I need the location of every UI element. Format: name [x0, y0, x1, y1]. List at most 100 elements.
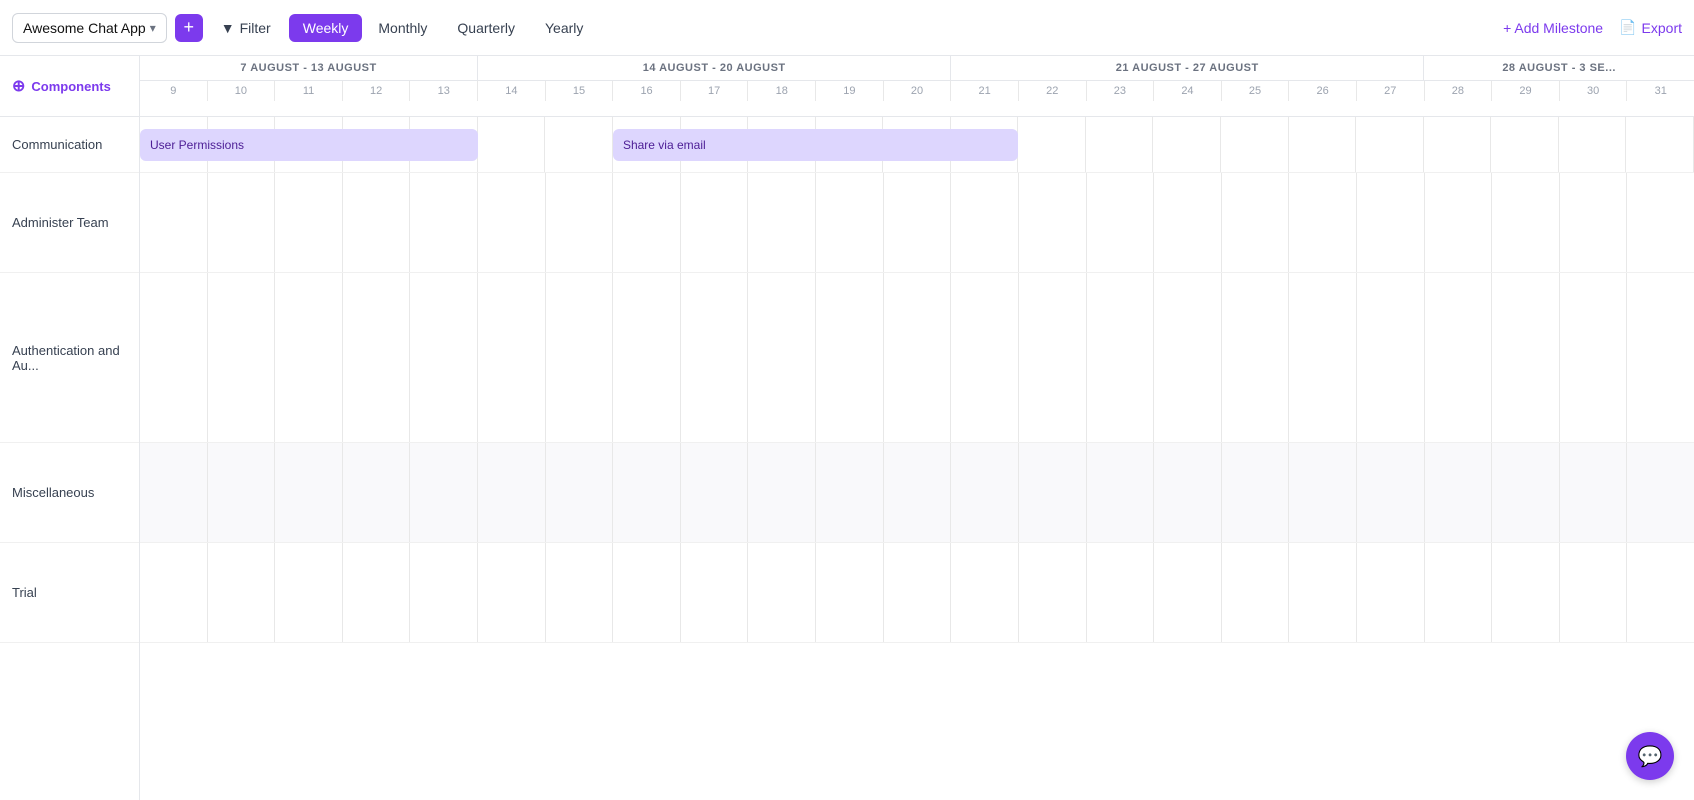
day-cell-24	[1154, 443, 1222, 542]
components-label: Components	[31, 79, 110, 94]
chat-bubble[interactable]: 💬	[1626, 732, 1674, 780]
day-header-22: 22	[1019, 81, 1087, 101]
app-selector[interactable]: Awesome Chat App ▾	[12, 13, 167, 43]
day-cell-15	[546, 273, 614, 442]
day-cell-30	[1560, 443, 1628, 542]
day-cell-26	[1289, 173, 1357, 272]
day-cell-11	[275, 443, 343, 542]
day-cell-17	[681, 443, 749, 542]
day-cell-30	[1560, 273, 1628, 442]
day-cell-19	[816, 273, 884, 442]
day-cell-15	[546, 543, 614, 642]
day-header-21: 21	[951, 81, 1019, 101]
day-cell-17	[681, 173, 749, 272]
day-header-15: 15	[546, 81, 614, 101]
day-cell-23	[1087, 543, 1155, 642]
day-cell-13	[410, 273, 478, 442]
day-cell-18	[748, 273, 816, 442]
day-cell-24	[1154, 273, 1222, 442]
day-header-31: 31	[1627, 81, 1694, 101]
day-header-13: 13	[410, 81, 478, 101]
day-cell-26	[1289, 117, 1357, 172]
day-cell-21	[951, 273, 1019, 442]
day-cell-19	[816, 443, 884, 542]
day-cell-22	[1019, 173, 1087, 272]
day-cell-18	[748, 543, 816, 642]
view-tabs: Weekly Monthly Quarterly Yearly	[289, 14, 598, 42]
gantt-row-trial	[140, 543, 1694, 643]
day-cell-28	[1425, 273, 1493, 442]
day-header-24: 24	[1154, 81, 1222, 101]
day-cell-22	[1019, 443, 1087, 542]
day-cell-18	[748, 443, 816, 542]
day-cell-21	[951, 443, 1019, 542]
day-cell-14	[478, 273, 546, 442]
day-cell-9	[140, 173, 208, 272]
day-header-18: 18	[748, 81, 816, 101]
day-cell-31	[1627, 273, 1694, 442]
day-cell-11	[275, 273, 343, 442]
day-cell-29	[1491, 117, 1559, 172]
row-label-trial: Trial	[0, 543, 139, 643]
tab-quarterly[interactable]: Quarterly	[443, 14, 529, 42]
day-cell-12	[343, 173, 411, 272]
day-cell-28	[1424, 117, 1492, 172]
day-cell-26	[1289, 543, 1357, 642]
day-cell-27	[1356, 117, 1424, 172]
day-cell-15	[546, 173, 614, 272]
filter-button[interactable]: ▼ Filter	[211, 14, 281, 42]
export-button[interactable]: 📄 Export	[1619, 19, 1682, 36]
week-bands: 7 AUGUST - 13 AUGUST 14 AUGUST - 20 AUGU…	[140, 56, 1694, 81]
day-cell-9	[140, 443, 208, 542]
week-band-2: 14 AUGUST - 20 AUGUST	[478, 56, 951, 80]
components-header: ⊕ Components	[0, 56, 140, 116]
day-cell-28	[1425, 173, 1493, 272]
tab-weekly[interactable]: Weekly	[289, 14, 363, 42]
day-cell-21	[951, 173, 1019, 272]
day-header-27: 27	[1357, 81, 1425, 101]
day-cell-27	[1357, 443, 1425, 542]
chevron-down-icon: ▾	[150, 21, 156, 35]
add-milestone-button[interactable]: + Add Milestone	[1503, 20, 1603, 36]
day-cell-12	[343, 273, 411, 442]
day-cell-29	[1492, 543, 1560, 642]
add-item-button[interactable]: +	[175, 14, 203, 42]
export-icon: 📄	[1619, 19, 1636, 36]
gantt-container: ⊕ Components 7 AUGUST - 13 AUGUST 14 AUG…	[0, 56, 1694, 800]
day-cell-23	[1087, 273, 1155, 442]
day-cell-11	[275, 173, 343, 272]
day-cell-10	[208, 173, 276, 272]
day-cell-11	[275, 543, 343, 642]
header-actions: + Add Milestone 📄 Export	[1503, 19, 1682, 36]
day-cell-31	[1626, 117, 1694, 172]
gantt-header: ⊕ Components 7 AUGUST - 13 AUGUST 14 AUG…	[0, 56, 1694, 117]
day-cell-20	[884, 543, 952, 642]
day-cell-17	[681, 543, 749, 642]
gantt-rows: User Permissions Share via email	[140, 117, 1694, 800]
day-cell-22	[1018, 117, 1086, 172]
day-cell-19	[816, 543, 884, 642]
week-band-4: 28 AUGUST - 3 SE...	[1424, 56, 1694, 80]
task-bar-share-via-email[interactable]: Share via email	[613, 129, 1018, 161]
tab-yearly[interactable]: Yearly	[531, 14, 597, 42]
day-header-30: 30	[1560, 81, 1628, 101]
day-cell-20	[884, 273, 952, 442]
chat-icon: 💬	[1638, 744, 1663, 769]
day-header-23: 23	[1087, 81, 1155, 101]
task-bar-user-permissions[interactable]: User Permissions	[140, 129, 478, 161]
day-cell-12	[343, 543, 411, 642]
day-cell-27	[1357, 173, 1425, 272]
day-cell-29	[1492, 443, 1560, 542]
day-cell-22	[1019, 543, 1087, 642]
day-cell-29	[1492, 173, 1560, 272]
day-header-28: 28	[1425, 81, 1493, 101]
gantt-row-miscellaneous	[140, 443, 1694, 543]
tab-monthly[interactable]: Monthly	[364, 14, 441, 42]
day-cell-24	[1154, 173, 1222, 272]
day-header-25: 25	[1222, 81, 1290, 101]
day-cell-25	[1222, 173, 1290, 272]
filter-label: Filter	[240, 20, 271, 36]
day-cell-20	[884, 443, 952, 542]
day-cell-10	[208, 543, 276, 642]
day-cell-10	[208, 443, 276, 542]
